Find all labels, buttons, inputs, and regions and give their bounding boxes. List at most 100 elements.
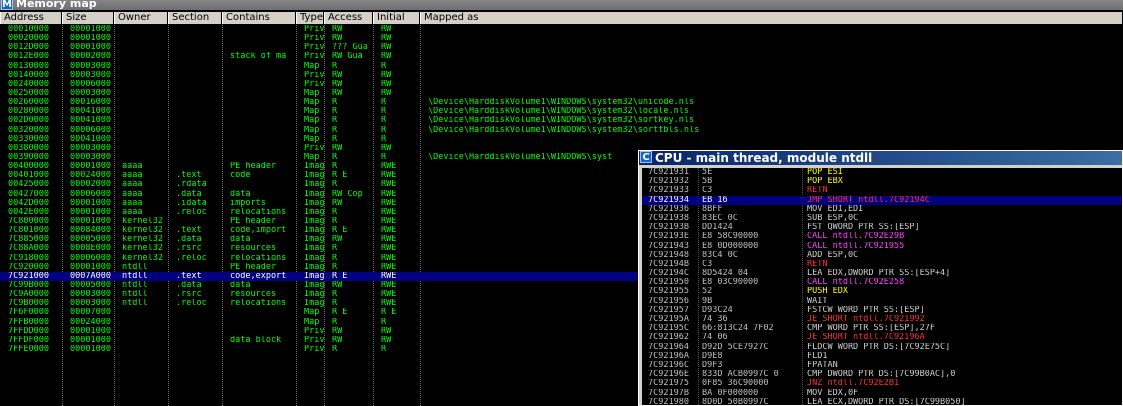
disassembly-row[interactable]: 7C921933 C3 RETN	[642, 186, 1122, 195]
memory-map-cell: 00016000	[70, 98, 111, 108]
disassembly-row[interactable]: 7C921932 5B POP EBX	[642, 177, 1122, 186]
column-header-size[interactable]: Size	[62, 12, 114, 24]
disassembly-row[interactable]: 7C921936 8BFF MOV EDI,EDI	[642, 205, 1122, 214]
memory-map-cell: 0012E000	[8, 52, 49, 62]
disassembly-row[interactable]: 7C92195A 74 36 JE SHORT ntdll.7C921992	[642, 315, 1122, 324]
memory-map-cell: Imag	[304, 180, 324, 190]
memory-map-cell: aaaa	[122, 189, 143, 199]
disassembly-row[interactable]: 7C921962 74 06 JE SHORT ntdll.7C92196A	[642, 333, 1122, 342]
memory-map-cell: R	[332, 207, 338, 217]
disassembly-row[interactable]: 7C921950 E8 03C90000 CALL ntdll.7C92E258	[642, 278, 1122, 287]
memory-map-cell: RW	[381, 70, 392, 80]
column-header-owner[interactable]: Owner	[114, 12, 168, 24]
disassembly-row[interactable]: 7C92193E E8 58C90000 CALL ntdll.7C92E29B	[642, 232, 1122, 241]
memory-map-row[interactable]: 00320000 00006000 Map R R \Device\HarddiskVol…	[0, 126, 1123, 135]
column-header-access[interactable]: Access	[324, 12, 373, 24]
address-cell: 7C92196C	[648, 360, 689, 370]
cpu-titlebar[interactable]: C CPU - main thread, module ntdll	[639, 151, 1122, 165]
disassembly-row[interactable]: 7C921948 83C4 0C ADD ESP,0C	[642, 251, 1122, 260]
memory-map-cell: Map	[304, 152, 320, 162]
memory-map-cell: 00001000	[70, 43, 111, 53]
instruction-cell: FPATAN	[807, 360, 838, 370]
hex-dump-cell: 833D ACB0997C 0	[702, 370, 779, 380]
column-header-mapped-as[interactable]: Mapped as	[420, 12, 1123, 24]
hex-dump-cell: 83C4 0C	[702, 250, 738, 260]
memory-map-cell: 00380000	[8, 143, 49, 153]
memory-map-titlebar[interactable]: M Memory map	[0, 0, 1123, 10]
memory-map-row[interactable]: 002D0000 00041000 Map R R \Device\HarddiskVol…	[0, 116, 1123, 125]
memory-map-row[interactable]: 00140000 00003000 Priv RW RW	[0, 71, 1123, 80]
memory-map-cell: 00390000	[8, 152, 49, 162]
hex-dump-cell: 8D5424 04	[702, 269, 749, 279]
instruction-cell: JMP SHORT ntdll.7C92194C	[807, 195, 930, 205]
memory-map-cell: R	[332, 162, 338, 172]
memory-map-row[interactable]: 00010000 00001000 Priv RW RW	[0, 25, 1123, 34]
disassembly-row[interactable]: 7C92194C 8D5424 04 LEA EDX,DWORD PTR SS:[E…	[642, 269, 1122, 278]
memory-map-cell: 00425000	[8, 180, 49, 190]
disassembly-row[interactable]: 7C921938 83EC 0C SUB ESP,0C	[642, 214, 1122, 223]
column-header-type[interactable]: Type	[296, 12, 324, 24]
disassembly-row[interactable]: 7C92197B BA 0F000000 MOV EDX,0F	[642, 389, 1122, 398]
memory-map-row[interactable]: 00250000 00003000 Map RW RW	[0, 89, 1123, 98]
disassembly-row[interactable]: 7C921964 D92D 5CE7927C FLDCW WORD PTR DS:[…	[642, 343, 1122, 352]
memory-map-cell: \Device\HarddiskVolume1\WINDOWS\system32…	[428, 116, 695, 126]
memory-map-row[interactable]: 00130000 00003000 Map R R	[0, 62, 1123, 71]
memory-map-cell: Imag	[304, 226, 324, 236]
memory-map-cell: RW	[381, 88, 392, 98]
disassembly-row[interactable]: 7C921975 0F85 36C90000 JNZ ntdll.7C92E2B1	[642, 379, 1122, 388]
memory-map-cell: RW	[332, 143, 343, 153]
memory-map-cell: Imag	[304, 207, 324, 217]
memory-map-row[interactable]: 00280000 00041000 Map R R \Device\HarddiskVol…	[0, 107, 1123, 116]
disassembly-row[interactable]: 7C92196E 833D ACB0997C 0 CMP DWORD PTR DS:…	[642, 370, 1122, 379]
memory-map-cell: Map	[304, 98, 320, 108]
memory-map-cell: .data	[176, 189, 202, 199]
column-header-initial[interactable]: Initial	[373, 12, 420, 24]
memory-map-row[interactable]: 00260000 00016000 Map R R \Device\HarddiskVol…	[0, 98, 1123, 107]
memory-map-cell: .text	[176, 226, 202, 236]
memory-map-row[interactable]: 00020000 00001000 Priv RW RW	[0, 34, 1123, 43]
disassembly-row[interactable]: 7C92195C 66:813C24 7F02 CMP WORD PTR SS:[E…	[642, 324, 1122, 333]
memory-map-cell: Map	[304, 107, 320, 117]
column-header-contains[interactable]: Contains	[222, 12, 296, 24]
memory-map-cell: Map	[304, 308, 320, 318]
column-header-section[interactable]: Section	[168, 12, 222, 24]
disassembly-row[interactable]: 7C921957 D93C24 FSTCW WORD PTR SS:[ESP]	[642, 306, 1122, 315]
address-cell: 7C921943	[648, 241, 689, 251]
instruction-cell: MOV EDI,EDI	[807, 204, 864, 214]
memory-map-cell: aaaa	[122, 171, 143, 181]
memory-map-cell: RWE	[381, 171, 397, 181]
memory-map-title: Memory map	[16, 0, 97, 10]
hex-dump-cell: D93C24	[702, 305, 733, 315]
memory-map-row[interactable]: 0012E000 00002000 stack of ma Priv RW Gua RW	[0, 52, 1123, 61]
hex-dump-cell: 5B	[702, 177, 713, 187]
address-cell: 7C921934	[648, 195, 689, 205]
disassembly-row[interactable]: 7C92194B C3 RETN	[642, 260, 1122, 269]
memory-map-cell: RW	[332, 235, 343, 245]
hex-dump-cell: D9F3	[702, 360, 723, 370]
address-cell: 7C92195C	[648, 324, 689, 334]
disassembly-row[interactable]: 7C921956 9B WAIT	[642, 297, 1122, 306]
memory-map-cell: RWE	[381, 226, 397, 236]
column-header-address[interactable]: Address	[0, 12, 62, 24]
memory-map-cell: Priv	[304, 43, 324, 53]
disassembly-row[interactable]: 7C92196C D9F3 FPATAN	[642, 361, 1122, 370]
memory-map-row[interactable]: 0012D000 00001000 Priv ??? Gua RW	[0, 43, 1123, 52]
disassembly-row[interactable]: 7C921931 5E POP ESI	[642, 168, 1122, 177]
disassembly-row[interactable]: 7C921943 E8 0D000000 CALL ntdll.7C921955	[642, 242, 1122, 251]
memory-map-row[interactable]: 00240000 00006000 Priv RW RW	[0, 80, 1123, 89]
disassembly-row[interactable]: 7C921934 EB 16 JMP SHORT ntdll.7C92194C	[642, 195, 1122, 205]
memory-map-cell: Imag	[304, 244, 324, 254]
memory-map-cell: R E	[332, 226, 348, 236]
disassembly-row[interactable]: 7C921955 52 PUSH EDX	[642, 287, 1122, 296]
disassembly-row[interactable]: 7C92193B DD1424 FST QWORD PTR SS:[ESP]	[642, 223, 1122, 232]
disassembly-row[interactable]: 7C921980 8D0D 50B0997C LEA ECX,DWORD PTR D…	[642, 398, 1122, 405]
disassembly-pane[interactable]: 7C921931 5E POP ESI 7C921932 5B POP EBX 7C9219…	[642, 168, 1122, 405]
memory-map-cell: 7F6F0000	[8, 308, 49, 318]
hex-dump-cell: E8 03C90000	[702, 278, 759, 288]
memory-map-cell: 7FFDD000	[8, 326, 49, 336]
memory-map-cell: Imag	[304, 290, 324, 300]
memory-map-cell: Imag	[304, 216, 324, 226]
memory-map-row[interactable]: 00330000 00041000 Map R R	[0, 135, 1123, 144]
hex-dump-cell: DD1424	[702, 223, 733, 233]
disassembly-row[interactable]: 7C92196A D9E8 FLD1	[642, 352, 1122, 361]
